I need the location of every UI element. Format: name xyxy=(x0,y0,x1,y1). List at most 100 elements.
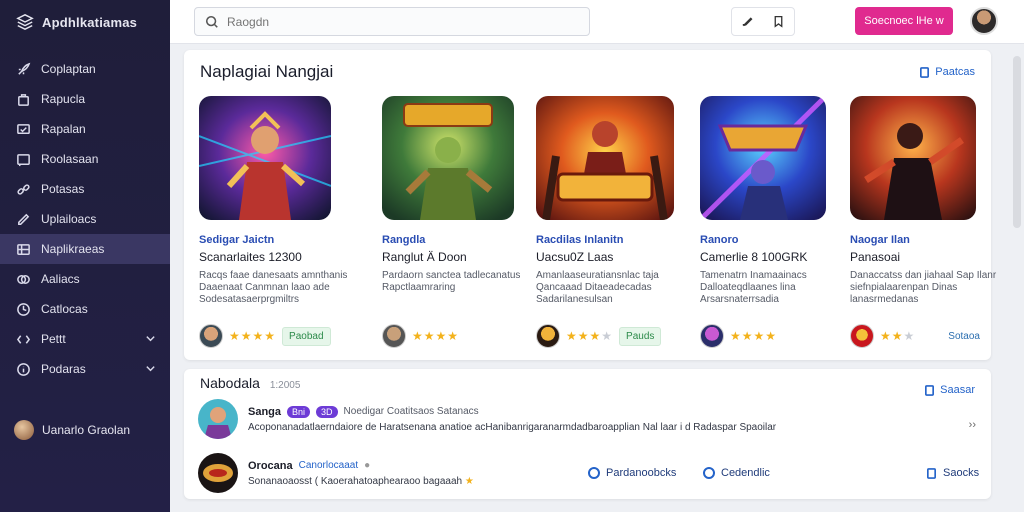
row-link[interactable]: Saocks xyxy=(926,467,979,479)
avatar xyxy=(14,420,34,440)
sidebar-item-label: Coplaptan xyxy=(41,62,96,76)
clock-icon xyxy=(17,302,30,316)
action-button[interactable]: Pardanoobcks xyxy=(588,467,676,479)
card-subtitle: Scanarlaites 12300 xyxy=(199,250,302,264)
circle-icon xyxy=(588,467,600,479)
see-all-link[interactable]: Saasar xyxy=(924,384,975,396)
action-label: Pardanoobcks xyxy=(606,467,677,479)
rating-stars: ★★★★ xyxy=(229,329,277,343)
rating-stars: ★★★★ xyxy=(566,329,614,343)
list-item-header: Orocana Canorlocaaat ● xyxy=(248,460,474,472)
list-item-body: Sanga Bni 3D Noedigar Coatitsaos Satanac… xyxy=(248,405,777,433)
card-description: Amanlaaseuratiansnlac taja Qancaaad Dita… xyxy=(536,270,659,305)
row-link-label: Saocks xyxy=(943,467,980,479)
game-card[interactable]: Naogar Ilan Panasoai Danaccatss dan jiah… xyxy=(850,96,996,348)
sidebar-item-label: Uplailoacs xyxy=(41,212,97,226)
chevron-right-icon[interactable]: ›› xyxy=(969,419,976,431)
rating-stars: ★★★ xyxy=(880,329,916,343)
sidebar-item-4[interactable]: Roolasaan xyxy=(0,144,170,174)
see-all-label: Saasar xyxy=(940,384,975,396)
recent-panel: Nabodala 1:2005 Saasar Sanga Bni 3D Noed… xyxy=(184,369,991,499)
list-item[interactable]: Sanga Bni 3D Noedigar Coatitsaos Satanac… xyxy=(198,399,978,439)
game-card[interactable]: Rangdla Ranglut Ä Doon Pardaorn sanctea … xyxy=(382,96,522,348)
rating-stars: ★★★★ xyxy=(412,329,460,343)
search-box[interactable] xyxy=(194,7,590,36)
card-title: Sedigar Jaictn xyxy=(199,234,275,246)
sidebar-item-2[interactable]: Rapucla xyxy=(0,84,170,114)
sidebar-user[interactable]: Uanarlo Graolan xyxy=(14,420,130,440)
card-action-button[interactable]: Pauds xyxy=(619,326,662,346)
game-art-image xyxy=(536,96,674,220)
file-icon xyxy=(927,467,936,479)
sidebar-item-7[interactable]: Naplikraeas xyxy=(0,234,170,264)
game-art-image xyxy=(382,96,514,220)
card-subtitle: Uacsu0Z Laas xyxy=(536,250,614,264)
game-card[interactable]: Sedigar Jaictn Scanarlaites 12300 Racqs … xyxy=(199,96,347,348)
see-all-label: Paatcas xyxy=(935,66,975,78)
file-icon xyxy=(925,384,935,396)
chevron-down-icon xyxy=(146,366,155,372)
section-title-text: Nabodala xyxy=(200,375,260,391)
sidebar-item-8[interactable]: Aaliacs xyxy=(0,264,170,294)
brand[interactable]: Apdhlkatiamas xyxy=(0,0,170,44)
avatar[interactable] xyxy=(970,7,998,35)
game-thumbnail[interactable] xyxy=(850,96,976,220)
list-item-text: Acoponanadatlaerndaiore de Haratsenana a… xyxy=(248,421,777,433)
edit-icon xyxy=(18,213,30,225)
card-subtitle: Panasoai xyxy=(850,250,901,264)
monitor-icon xyxy=(17,123,30,134)
section-title: Nabodala 1:2005 xyxy=(200,375,300,391)
card-footer: ★★★★ xyxy=(382,324,542,348)
game-thumbnail[interactable] xyxy=(700,96,826,220)
grid-icon xyxy=(17,243,30,255)
sidebar-item-label: Rapucla xyxy=(41,92,86,106)
scrollbar[interactable] xyxy=(1013,56,1021,228)
sidebar: Apdhlkatiamas Coplaptan Rapucla Rapalan … xyxy=(0,0,170,512)
sidebar-item-3[interactable]: Rapalan xyxy=(0,114,170,144)
game-art-image xyxy=(199,96,331,220)
game-thumbnail[interactable] xyxy=(199,96,331,220)
game-thumbnail[interactable] xyxy=(536,96,674,220)
avatar xyxy=(700,324,724,348)
game-art-image xyxy=(850,96,976,220)
tag-badge: Bni xyxy=(287,405,311,418)
avatar xyxy=(850,324,874,348)
search-icon xyxy=(205,15,218,28)
list-item-link[interactable]: Canorlocaaat xyxy=(299,460,358,471)
list-item-body: Orocana Canorlocaaat ● Sonanaoaosst ( Ka… xyxy=(248,460,474,487)
see-all-link[interactable]: Paatcas xyxy=(919,66,975,78)
bookmark-icon[interactable] xyxy=(772,15,785,28)
list-item[interactable]: Orocana Canorlocaaat ● Sonanaoaosst ( Ka… xyxy=(198,453,979,493)
card-footer: ★★★★ Pauds xyxy=(536,324,696,348)
action-button[interactable]: Cedendlic xyxy=(703,467,770,479)
list-item-text-content: Sonanaoaosst ( Kaoerahatoaphearaoo bagaa… xyxy=(248,475,463,487)
search-input[interactable] xyxy=(227,14,567,29)
avatar xyxy=(382,324,406,348)
sidebar-item-1[interactable]: Coplaptan xyxy=(0,54,170,84)
sidebar-item-label: Rapalan xyxy=(41,122,86,136)
list-item-name: Orocana xyxy=(248,459,293,472)
sidebar-item-label: Catlocas xyxy=(41,302,88,316)
sidebar-item-9[interactable]: Catlocas xyxy=(0,294,170,324)
sidebar-item-10[interactable]: Pettt xyxy=(0,324,170,354)
avatar xyxy=(198,453,238,493)
pen-icon[interactable] xyxy=(741,15,754,28)
card-description: Pardaorn sanctea tadlecanatus Rapctlaamr… xyxy=(382,270,521,293)
toolbar-icons xyxy=(731,7,795,36)
game-card[interactable]: Racdilas Inlanitn Uacsu0Z Laas Amanlaase… xyxy=(536,96,676,348)
sidebar-item-6[interactable]: Uplailoacs xyxy=(0,204,170,234)
card-action-button[interactable]: Paobad xyxy=(282,326,331,346)
game-card[interactable]: Ranoro Camerlie 8 100GRK Tamenatrn Inama… xyxy=(700,96,840,348)
card-title: Rangdla xyxy=(382,234,426,246)
section-count: 1:2005 xyxy=(269,380,301,391)
action-label: Cedendlic xyxy=(721,467,770,479)
section-title: Naplagiai Nangjai xyxy=(200,62,334,81)
primary-action-button[interactable]: Soecnoec lHe w xyxy=(855,7,953,35)
list-item-meta: Noedigar Coatitsaos Satanacs xyxy=(343,406,479,417)
game-thumbnail[interactable] xyxy=(382,96,514,220)
sidebar-nav: Coplaptan Rapucla Rapalan Roolasaan Pota… xyxy=(0,54,170,384)
card-action-link[interactable]: Sotaoa xyxy=(948,331,980,342)
sidebar-item-5[interactable]: Potasas xyxy=(0,174,170,204)
chevron-down-icon xyxy=(146,336,155,342)
sidebar-item-11[interactable]: Podaras xyxy=(0,354,170,384)
